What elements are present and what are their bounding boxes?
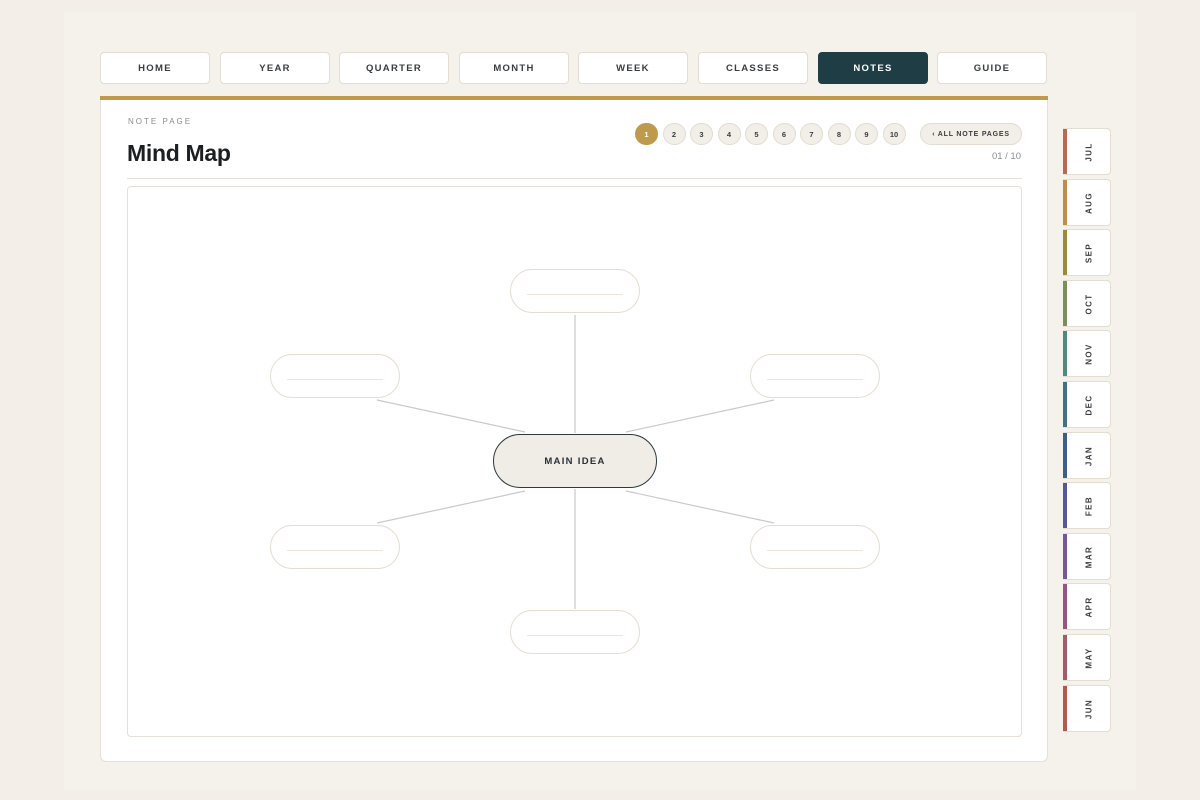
nav-tab-week[interactable]: WEEK [578, 52, 688, 84]
month-tab-nov[interactable]: NOV [1063, 330, 1111, 378]
page-title: Mind Map [127, 140, 231, 166]
page-button-7[interactable]: 7 [800, 123, 823, 145]
month-tab-aug[interactable]: AUG [1063, 178, 1111, 226]
page-button-6[interactable]: 6 [772, 123, 796, 145]
month-label: JAN [1084, 445, 1094, 466]
month-label: MAY [1084, 647, 1094, 669]
branch-node-line [527, 294, 623, 295]
nav-tab-quarter[interactable]: QUARTER [339, 52, 449, 84]
month-label: MAR [1084, 545, 1094, 569]
month-tab-jan[interactable]: JAN [1063, 431, 1111, 479]
page-button-5[interactable]: 5 [745, 123, 768, 145]
month-tab-dec[interactable]: DEC [1063, 381, 1111, 428]
month-label: OCT [1084, 293, 1094, 315]
connector-upper-right [625, 399, 775, 433]
month-tab-oct[interactable]: OCT [1063, 279, 1111, 327]
month-tab-jul[interactable]: JUL [1063, 128, 1111, 175]
branch-node-line [767, 550, 863, 551]
nav-tab-home[interactable]: HOME [100, 52, 210, 84]
month-label: SEP [1084, 243, 1094, 264]
month-color-stripe [1063, 483, 1067, 529]
all-note-pages-button[interactable]: ‹ ALL NOTE PAGES [920, 123, 1022, 145]
nav-tab-notes[interactable]: NOTES [818, 52, 928, 84]
page-button-10[interactable]: 10 [882, 123, 906, 145]
page-button-3[interactable]: 3 [690, 123, 713, 145]
month-color-stripe [1063, 331, 1067, 377]
month-tab-sep[interactable]: SEP [1063, 229, 1111, 277]
month-color-stripe [1063, 382, 1067, 427]
month-color-stripe [1063, 533, 1067, 579]
branch-node-top[interactable] [510, 269, 640, 313]
month-color-stripe [1063, 179, 1067, 225]
top-navigation: HOME YEAR QUARTER MONTH WEEK CLASSES NOT… [100, 52, 1048, 86]
page-eyebrow: NOTE PAGE [128, 117, 193, 126]
nav-tab-guide[interactable]: GUIDE [937, 52, 1047, 84]
month-color-stripe [1063, 230, 1067, 276]
nav-tab-year[interactable]: YEAR [220, 52, 330, 84]
header-divider [127, 178, 1022, 179]
month-tab-mar[interactable]: MAR [1063, 532, 1111, 580]
month-label: APR [1084, 596, 1094, 618]
month-color-stripe [1063, 685, 1067, 731]
page-button-1[interactable]: 1 [635, 123, 658, 145]
branch-node-line [767, 379, 863, 380]
mind-map-canvas: MAIN IDEA [127, 186, 1022, 737]
month-color-stripe [1063, 280, 1067, 326]
month-color-stripe [1063, 129, 1067, 174]
branch-node-lower-left[interactable] [270, 525, 400, 569]
month-label: FEB [1084, 496, 1094, 517]
connector-lower-left [376, 490, 526, 524]
page-button-9[interactable]: 9 [855, 123, 878, 145]
page-counter: 01 / 10 [991, 151, 1021, 162]
page-button-4[interactable]: 4 [717, 123, 741, 145]
month-label: DEC [1084, 394, 1094, 416]
month-color-stripe [1063, 432, 1067, 478]
branch-node-line [287, 550, 383, 551]
month-color-stripe [1063, 635, 1067, 680]
month-color-stripe [1063, 584, 1067, 630]
branch-node-upper-right[interactable] [750, 354, 880, 398]
branch-node-line [527, 635, 623, 636]
note-page: NOTE PAGE Mind Map 1 2 3 4 5 6 7 8 9 10 … [100, 100, 1048, 762]
page-button-2[interactable]: 2 [662, 123, 686, 145]
main-idea-node[interactable]: MAIN IDEA [493, 434, 657, 488]
branch-node-line [287, 379, 383, 380]
branch-node-bottom[interactable] [510, 610, 640, 654]
branch-node-lower-right[interactable] [750, 525, 880, 569]
month-tab-feb[interactable]: FEB [1063, 482, 1111, 530]
page-button-8[interactable]: 8 [827, 123, 851, 145]
month-label: NOV [1084, 343, 1094, 366]
month-tab-jun[interactable]: JUN [1063, 684, 1111, 732]
nav-tab-month[interactable]: MONTH [459, 52, 569, 84]
connector-lower-right [625, 490, 775, 524]
nav-tab-classes[interactable]: CLASSES [698, 52, 808, 84]
month-label: AUG [1084, 191, 1094, 214]
month-tab-apr[interactable]: APR [1063, 583, 1111, 631]
month-label: JUL [1084, 142, 1094, 162]
branch-node-upper-left[interactable] [270, 354, 400, 398]
month-tab-may[interactable]: MAY [1063, 634, 1111, 681]
month-label: JUN [1084, 698, 1094, 719]
connector-upper-left [376, 399, 526, 433]
